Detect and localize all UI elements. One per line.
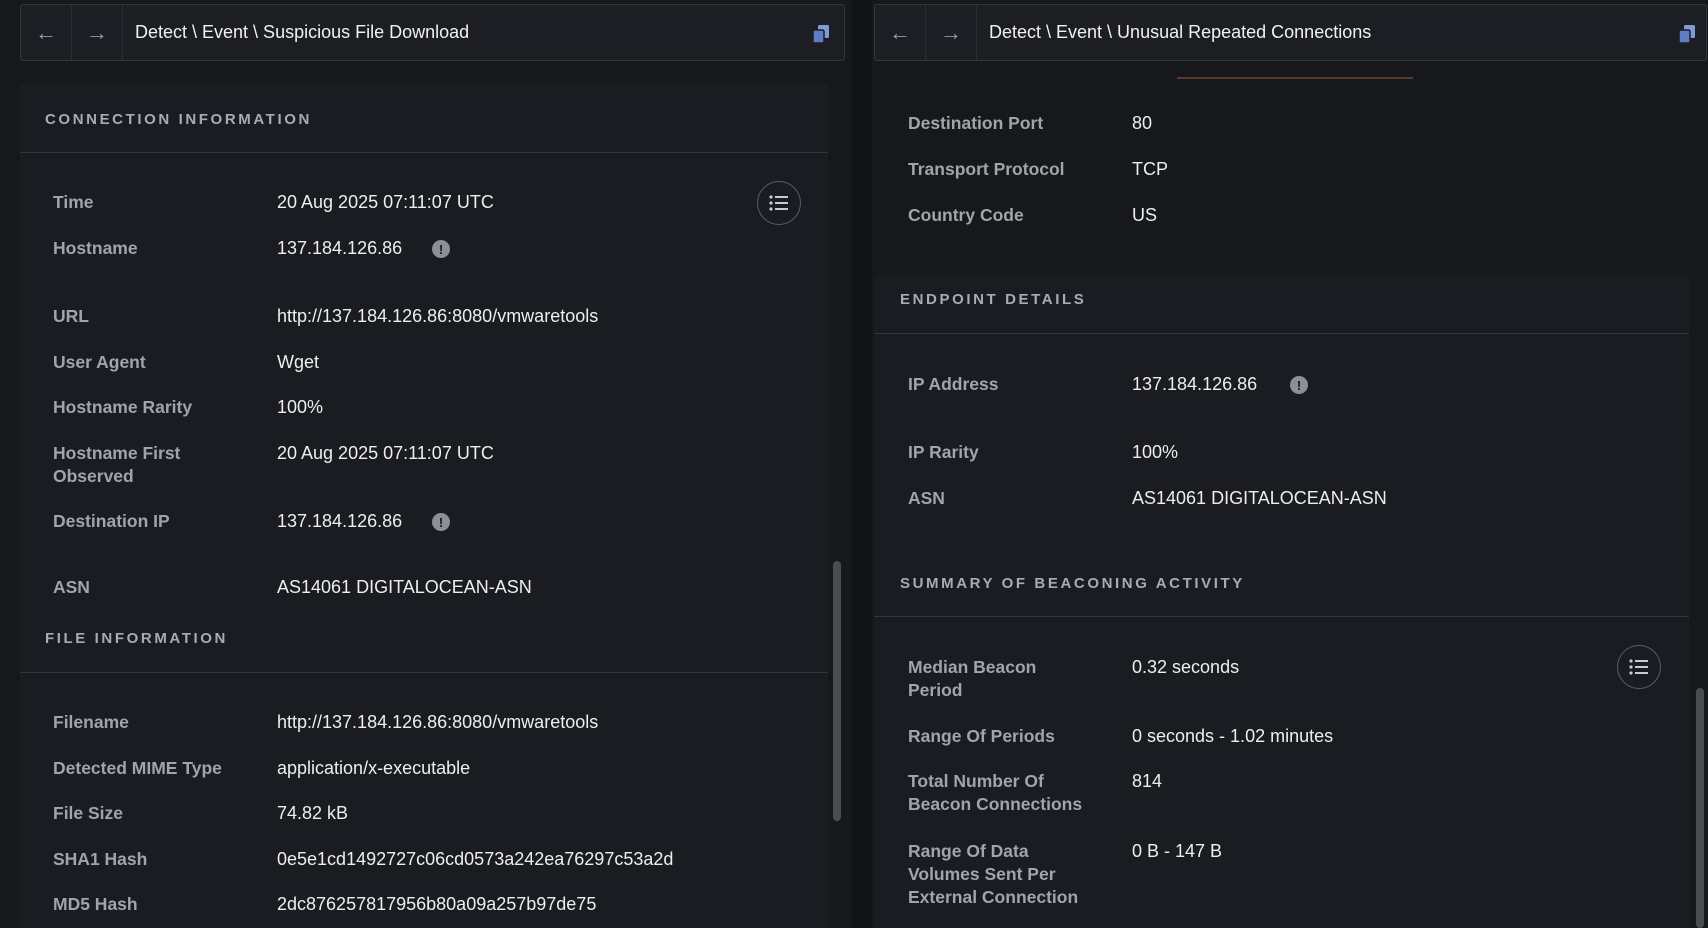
copy-icon[interactable] [1676, 23, 1698, 45]
field-label: SHA1 Hash [53, 849, 148, 869]
field-value: 80 [1132, 113, 1153, 133]
field-label: File Size [53, 803, 124, 823]
field-label: Total Number Of [908, 771, 1044, 791]
field-label: Time [53, 192, 94, 212]
section-divider [20, 152, 828, 153]
field-value: US [1132, 205, 1158, 225]
right-event-pane: ← → Detect \ Event \ Unusual Repeated Co… [872, 0, 1708, 928]
breadcrumb: Detect \ Event \ Unusual Repeated Connec… [989, 22, 1372, 42]
list-view-button[interactable] [1617, 645, 1661, 689]
field-value: 74.82 kB [277, 803, 349, 823]
field-label: ASN [53, 577, 90, 597]
info-icon[interactable]: ! [432, 513, 450, 531]
scroll-indicator [1177, 77, 1413, 79]
field-value: Wget [277, 352, 320, 372]
list-icon [1629, 659, 1648, 675]
arrow-right-icon: → [940, 19, 962, 45]
field-label: IP Rarity [908, 442, 979, 462]
field-label: Filename [53, 712, 129, 732]
section-divider [20, 672, 828, 673]
field-value: application/x-executable [277, 758, 471, 778]
scrollbar-thumb[interactable] [1696, 688, 1704, 928]
right-title-bar: ← → Detect \ Event \ Unusual Repeated Co… [874, 4, 1707, 61]
field-label: Range Of Data [908, 841, 1029, 861]
file-information-title: FILE INFORMATION [45, 630, 228, 647]
field-label: Hostname First [53, 443, 181, 463]
field-label: IP Address [908, 374, 999, 394]
field-value: 814 [1132, 771, 1163, 791]
arrow-left-icon: ← [35, 19, 57, 45]
field-value: 0 B - 147 B [1132, 841, 1223, 861]
scrollbar-thumb[interactable] [833, 561, 841, 821]
field-label: User Agent [53, 352, 146, 372]
field-label: ASN [908, 488, 945, 508]
field-label: Country Code [908, 205, 1024, 225]
field-label: Transport Protocol [908, 159, 1065, 179]
list-icon [769, 195, 788, 211]
field-label-line2: Beacon Connections [908, 794, 1083, 814]
field-value: 2dc876257817956b80a09a257b97de75 [277, 894, 597, 914]
section-divider [874, 616, 1689, 617]
field-value: 0e5e1cd1492727c06cd0573a242ea76297c53a2d [277, 849, 674, 869]
field-value: 137.184.126.86 [277, 238, 403, 258]
forward-button[interactable]: → [71, 5, 123, 60]
beaconing-summary-title: SUMMARY OF BEACONING ACTIVITY [900, 575, 1245, 592]
arrow-right-icon: → [86, 19, 108, 45]
field-value: 100% [277, 397, 324, 417]
field-value: http://137.184.126.86:8080/vmwaretools [277, 712, 599, 732]
field-label: Range Of Periods [908, 726, 1055, 746]
left-title-bar: ← → Detect \ Event \ Suspicious File Dow… [20, 4, 845, 61]
forward-button[interactable]: → [925, 5, 977, 60]
field-value: 137.184.126.86 [277, 511, 403, 531]
left-event-pane: ← → Detect \ Event \ Suspicious File Dow… [0, 0, 852, 928]
back-button[interactable]: ← [875, 5, 925, 60]
endpoint-details-title: ENDPOINT DETAILS [900, 291, 1087, 308]
field-label-line2: Period [908, 680, 963, 700]
field-value: TCP [1132, 159, 1168, 179]
copy-icon[interactable] [810, 23, 832, 45]
pane-gutter [852, 0, 872, 928]
list-view-button[interactable] [757, 181, 801, 225]
arrow-left-icon: ← [889, 19, 911, 45]
field-label: Detected MIME Type [53, 758, 222, 778]
field-value: 20 Aug 2025 07:11:07 UTC [277, 443, 494, 463]
field-value: 100% [1132, 442, 1179, 462]
connection-information-title: CONNECTION INFORMATION [45, 111, 312, 128]
field-label: URL [53, 306, 89, 326]
field-label: MD5 Hash [53, 894, 138, 914]
field-label-line2: Observed [53, 466, 134, 486]
field-value: AS14061 DIGITALOCEAN-ASN [277, 577, 532, 597]
field-value: 137.184.126.86 [1132, 374, 1258, 394]
field-label-line3: External Connection [908, 887, 1079, 907]
field-label: Hostname [53, 238, 138, 258]
field-label: Hostname Rarity [53, 397, 193, 417]
info-icon[interactable]: ! [1290, 376, 1308, 394]
field-value: 0 seconds - 1.02 minutes [1132, 726, 1334, 746]
back-button[interactable]: ← [21, 5, 71, 60]
field-label: Destination IP [53, 511, 170, 531]
field-value: 0.32 seconds [1132, 657, 1240, 677]
section-divider [874, 333, 1689, 334]
field-label-line2: Volumes Sent Per [908, 864, 1056, 884]
breadcrumb: Detect \ Event \ Suspicious File Downloa… [135, 22, 470, 42]
field-label: Destination Port [908, 113, 1044, 133]
field-label: Median Beacon [908, 657, 1037, 677]
info-icon[interactable]: ! [432, 240, 450, 258]
field-value: http://137.184.126.86:8080/vmwaretools [277, 306, 599, 326]
field-value: 20 Aug 2025 07:11:07 UTC [277, 192, 494, 212]
field-value: AS14061 DIGITALOCEAN-ASN [1132, 488, 1387, 508]
